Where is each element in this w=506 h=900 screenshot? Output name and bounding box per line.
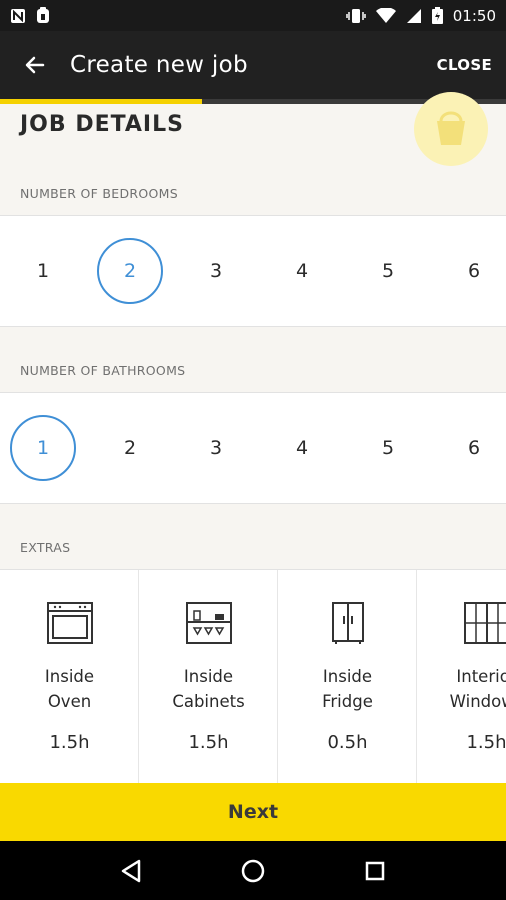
extra-card-inside-fridge[interactable]: Inside Fridge 0.5h bbox=[278, 570, 417, 783]
nav-home-icon bbox=[241, 859, 265, 882]
extra-duration: 1.5h bbox=[466, 732, 506, 753]
vibrate-icon bbox=[346, 8, 366, 23]
bathrooms-picker: 123456 bbox=[0, 392, 506, 504]
nav-back-button[interactable] bbox=[111, 851, 151, 891]
extra-duration: 0.5h bbox=[327, 732, 368, 753]
extra-name-line1: Inside bbox=[44, 667, 95, 686]
bucket-icon bbox=[414, 92, 488, 166]
extra-name-line1: Inside bbox=[322, 667, 373, 686]
extra-name-line2: Fridge bbox=[322, 692, 373, 711]
next-button[interactable]: Next bbox=[0, 783, 506, 841]
bathrooms-label: NUMBER OF BATHROOMS bbox=[20, 363, 186, 378]
bedrooms-option-6[interactable]: 6 bbox=[441, 238, 506, 304]
oven-icon bbox=[47, 602, 93, 644]
page-title: Create new job bbox=[70, 52, 248, 78]
status-bar: 01:50 bbox=[0, 0, 506, 31]
fridge-icon bbox=[332, 602, 364, 644]
extra-duration: 1.5h bbox=[188, 732, 229, 753]
extra-name-line1: Interior bbox=[456, 667, 506, 686]
extra-card-inside-oven[interactable]: Inside Oven 1.5h bbox=[0, 570, 139, 783]
app-bar: Create new job CLOSE bbox=[0, 31, 506, 99]
bathrooms-option-6[interactable]: 6 bbox=[441, 415, 506, 481]
cabinets-icon bbox=[186, 602, 232, 644]
system-nav-bar bbox=[0, 841, 506, 900]
clipboard-notification-icon bbox=[37, 7, 49, 23]
nav-recents-button[interactable] bbox=[355, 851, 395, 891]
bathrooms-option-3[interactable]: 3 bbox=[183, 415, 249, 481]
extra-duration: 1.5h bbox=[49, 732, 90, 753]
bedrooms-picker: 123456 bbox=[0, 215, 506, 327]
extra-name-line2: Windows bbox=[449, 692, 506, 711]
nav-recents-icon bbox=[365, 861, 385, 880]
nav-home-button[interactable] bbox=[233, 851, 273, 891]
extra-card-inside-cabinets[interactable]: Inside Cabinets 1.5h bbox=[139, 570, 278, 783]
extra-card-interior-windows[interactable]: Interior Windows 1.5h bbox=[417, 570, 506, 783]
bedrooms-option-1[interactable]: 1 bbox=[10, 238, 76, 304]
bedrooms-option-5[interactable]: 5 bbox=[355, 238, 421, 304]
battery-icon bbox=[431, 7, 443, 24]
wifi-icon bbox=[375, 7, 396, 23]
bedrooms-option-4[interactable]: 4 bbox=[269, 238, 335, 304]
section-title: JOB DETAILS bbox=[20, 112, 184, 137]
bedrooms-label: NUMBER OF BEDROOMS bbox=[20, 186, 178, 201]
bathrooms-option-1[interactable]: 1 bbox=[10, 415, 76, 481]
extra-name-line2: Cabinets bbox=[172, 692, 245, 711]
extras-label: EXTRAS bbox=[20, 540, 71, 555]
n-notification-icon bbox=[11, 8, 25, 23]
back-button[interactable] bbox=[0, 31, 70, 99]
bedrooms-option-2[interactable]: 2 bbox=[97, 238, 163, 304]
arrow-back-icon bbox=[25, 56, 45, 74]
close-button[interactable]: CLOSE bbox=[437, 56, 492, 74]
signal-icon bbox=[406, 8, 421, 23]
extra-name-line1: Inside bbox=[183, 667, 234, 686]
nav-back-icon bbox=[121, 859, 141, 882]
bathrooms-option-2[interactable]: 2 bbox=[97, 415, 163, 481]
bathrooms-option-5[interactable]: 5 bbox=[355, 415, 421, 481]
windows-icon bbox=[464, 602, 506, 644]
extra-name-line2: Oven bbox=[47, 692, 92, 711]
bathrooms-option-4[interactable]: 4 bbox=[269, 415, 335, 481]
status-time: 01:50 bbox=[452, 6, 496, 25]
extras-list: Inside Oven 1.5h Inside Cabinets 1.5h In… bbox=[0, 569, 506, 783]
bedrooms-option-3[interactable]: 3 bbox=[183, 238, 249, 304]
progress-fill bbox=[0, 99, 203, 104]
